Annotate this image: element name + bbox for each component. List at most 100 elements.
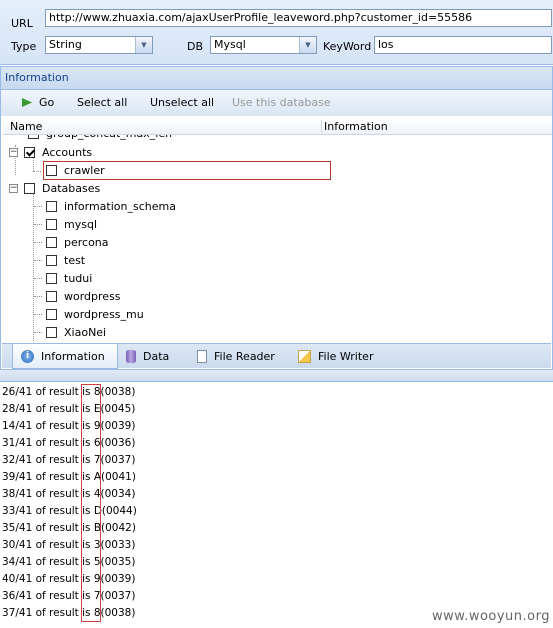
result-highlight-box [81, 384, 101, 622]
checkbox[interactable] [46, 236, 57, 248]
result-line: 36/41 of result is 7(0037) [2, 590, 136, 602]
checkbox[interactable] [46, 290, 57, 302]
tree-node-database[interactable]: test [46, 251, 85, 269]
tree-connector [34, 242, 42, 243]
tree-node-database[interactable]: wordpress [46, 287, 121, 305]
tab-label: File Writer [318, 349, 374, 363]
tree-node-database[interactable]: tudui [46, 269, 92, 287]
collapse-icon[interactable]: − [9, 147, 18, 157]
column-information[interactable]: Information [321, 120, 388, 133]
checkbox-checked[interactable] [24, 146, 35, 158]
keyword-label: KeyWord [323, 40, 372, 53]
tab-label: Information [41, 349, 105, 363]
chevron-down-icon[interactable]: ▼ [299, 37, 316, 53]
checkbox[interactable] [46, 254, 57, 266]
checkbox[interactable] [28, 135, 39, 139]
tree-connector [34, 314, 42, 315]
tree-node-label: group_concat_max_len [46, 135, 172, 140]
tree-node-label: mysql [64, 217, 97, 231]
tab-information[interactable]: i Information [12, 344, 118, 369]
result-line: 35/41 of result is B(0042) [2, 522, 136, 534]
type-select-value: String [49, 38, 82, 51]
tree-node-databases[interactable]: − Databases [9, 179, 100, 197]
db-label: DB [187, 40, 204, 53]
tree-node-label: wordpress [64, 289, 121, 303]
tree-node-database[interactable]: mysql [46, 215, 97, 233]
column-name[interactable]: Name [10, 120, 42, 133]
tree-node-partial[interactable]: group_concat_max_len [28, 135, 172, 142]
connection-form: URL http://www.zhuaxia.com/ajaxUserProfi… [0, 0, 553, 65]
tree-connector [33, 193, 34, 341]
play-icon [22, 98, 32, 107]
tab-data[interactable]: Data [126, 344, 169, 368]
splitter[interactable] [0, 370, 553, 382]
panel-toolbar: Go Select all Unselect all Use this data… [1, 90, 552, 116]
bottom-tabbar: i Information Data File Reader File Writ… [2, 343, 551, 369]
url-input[interactable]: http://www.zhuaxia.com/ajaxUserProfile_l… [45, 9, 552, 27]
use-database-button[interactable]: Use this database [232, 96, 331, 109]
tree-node-label: crawler [64, 163, 105, 177]
collapse-icon[interactable]: − [9, 183, 18, 193]
document-icon [197, 349, 207, 363]
database-icon [126, 349, 136, 363]
tree-node-label: XiaoNei [64, 325, 107, 339]
checkbox[interactable] [46, 272, 57, 284]
type-label: Type [11, 40, 37, 53]
checkbox[interactable] [46, 218, 57, 230]
result-line: 38/41 of result is 4(0034) [2, 488, 136, 500]
tree-node-label: percona [64, 235, 109, 249]
edit-document-icon [298, 349, 311, 363]
result-line: 37/41 of result is 8(0038) [2, 607, 136, 619]
result-line: 26/41 of result is 8(0038) [2, 386, 136, 398]
chevron-down-icon[interactable]: ▼ [135, 37, 152, 53]
checkbox[interactable] [46, 164, 57, 176]
checkbox[interactable] [46, 326, 57, 338]
type-select[interactable]: String ▼ [45, 36, 153, 54]
tree-node-database[interactable]: wordpress_mu [46, 305, 144, 323]
tree-node-label: tudui [64, 271, 93, 285]
tree-connector [34, 296, 42, 297]
tree-node-database[interactable]: XiaoNei [46, 323, 106, 341]
tree-node-label: information_schema [64, 199, 176, 213]
result-line: 30/41 of result is 3(0033) [2, 539, 136, 551]
tree-node-database[interactable]: percona [46, 233, 109, 251]
checkbox[interactable] [24, 182, 35, 194]
go-button[interactable]: Go [21, 96, 54, 109]
tree-node-label: Databases [42, 181, 101, 195]
result-line: 32/41 of result is 7(0037) [2, 454, 136, 466]
checkbox[interactable] [46, 200, 57, 212]
info-icon: i [21, 349, 34, 363]
tree-connector [34, 278, 42, 279]
select-all-button[interactable]: Select all [77, 96, 127, 109]
tree-node-label: wordpress_mu [64, 307, 144, 321]
db-select-value: Mysql [214, 38, 246, 51]
result-line: 28/41 of result is E(0045) [2, 403, 136, 415]
keyword-input[interactable]: los [374, 36, 552, 54]
panel-title: Information [1, 67, 552, 90]
tab-label: Data [143, 349, 170, 363]
tree-connector [33, 171, 41, 172]
tree-node-label: test [64, 253, 86, 267]
watermark: www.wooyun.org [431, 609, 550, 624]
db-select[interactable]: Mysql ▼ [210, 36, 317, 54]
go-label: Go [39, 96, 55, 109]
result-line: 40/41 of result is 9(0039) [2, 573, 136, 585]
tree-node-crawler[interactable]: crawler [46, 161, 105, 179]
tree-connector [34, 260, 42, 261]
result-line: 31/41 of result is 6(0036) [2, 437, 136, 449]
tab-file-reader[interactable]: File Reader [197, 344, 275, 368]
tree-connector [34, 224, 42, 225]
result-line: 14/41 of result is 9(0039) [2, 420, 136, 432]
result-line: 33/41 of result is D(0044) [2, 505, 137, 517]
result-line: 34/41 of result is 5(0035) [2, 556, 136, 568]
checkbox[interactable] [46, 308, 57, 320]
unselect-all-button[interactable]: Unselect all [150, 96, 214, 109]
result-line: 39/41 of result is A(0041) [2, 471, 136, 483]
information-panel: Information Go Select all Unselect all U… [0, 66, 553, 370]
tree-node-database[interactable]: information_schema [46, 197, 176, 215]
url-label: URL [11, 17, 33, 30]
database-tree: group_concat_max_len − Accounts crawler … [3, 135, 552, 341]
tree-node-accounts[interactable]: − Accounts [9, 143, 92, 161]
tree-column-header: Name Information [3, 119, 552, 135]
tab-file-writer[interactable]: File Writer [298, 344, 373, 368]
